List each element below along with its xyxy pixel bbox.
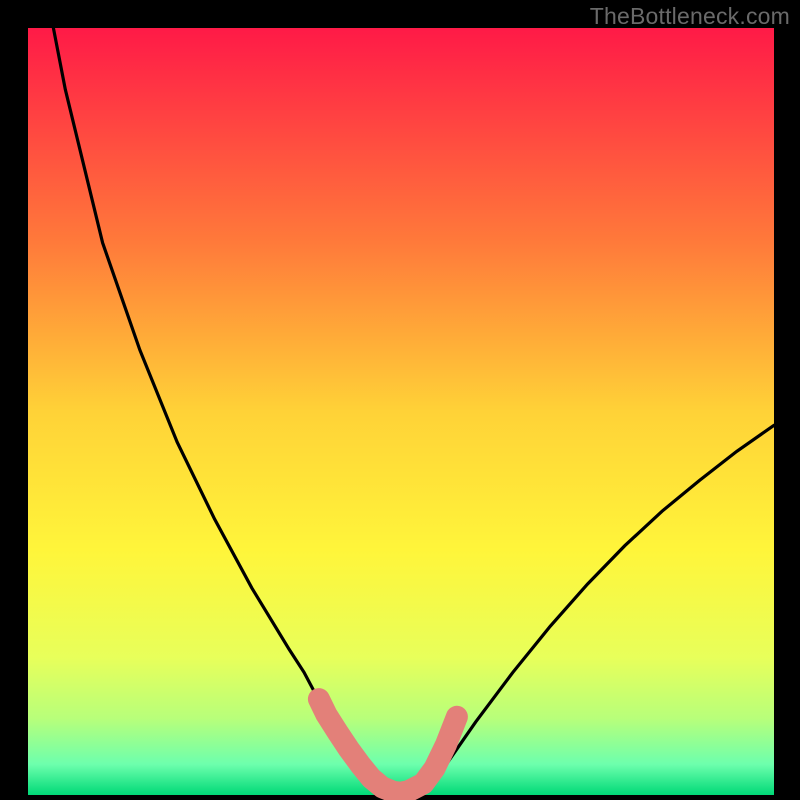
chart-canvas	[0, 0, 800, 800]
plot-background	[28, 28, 774, 795]
watermark: TheBottleneck.com	[590, 3, 790, 30]
